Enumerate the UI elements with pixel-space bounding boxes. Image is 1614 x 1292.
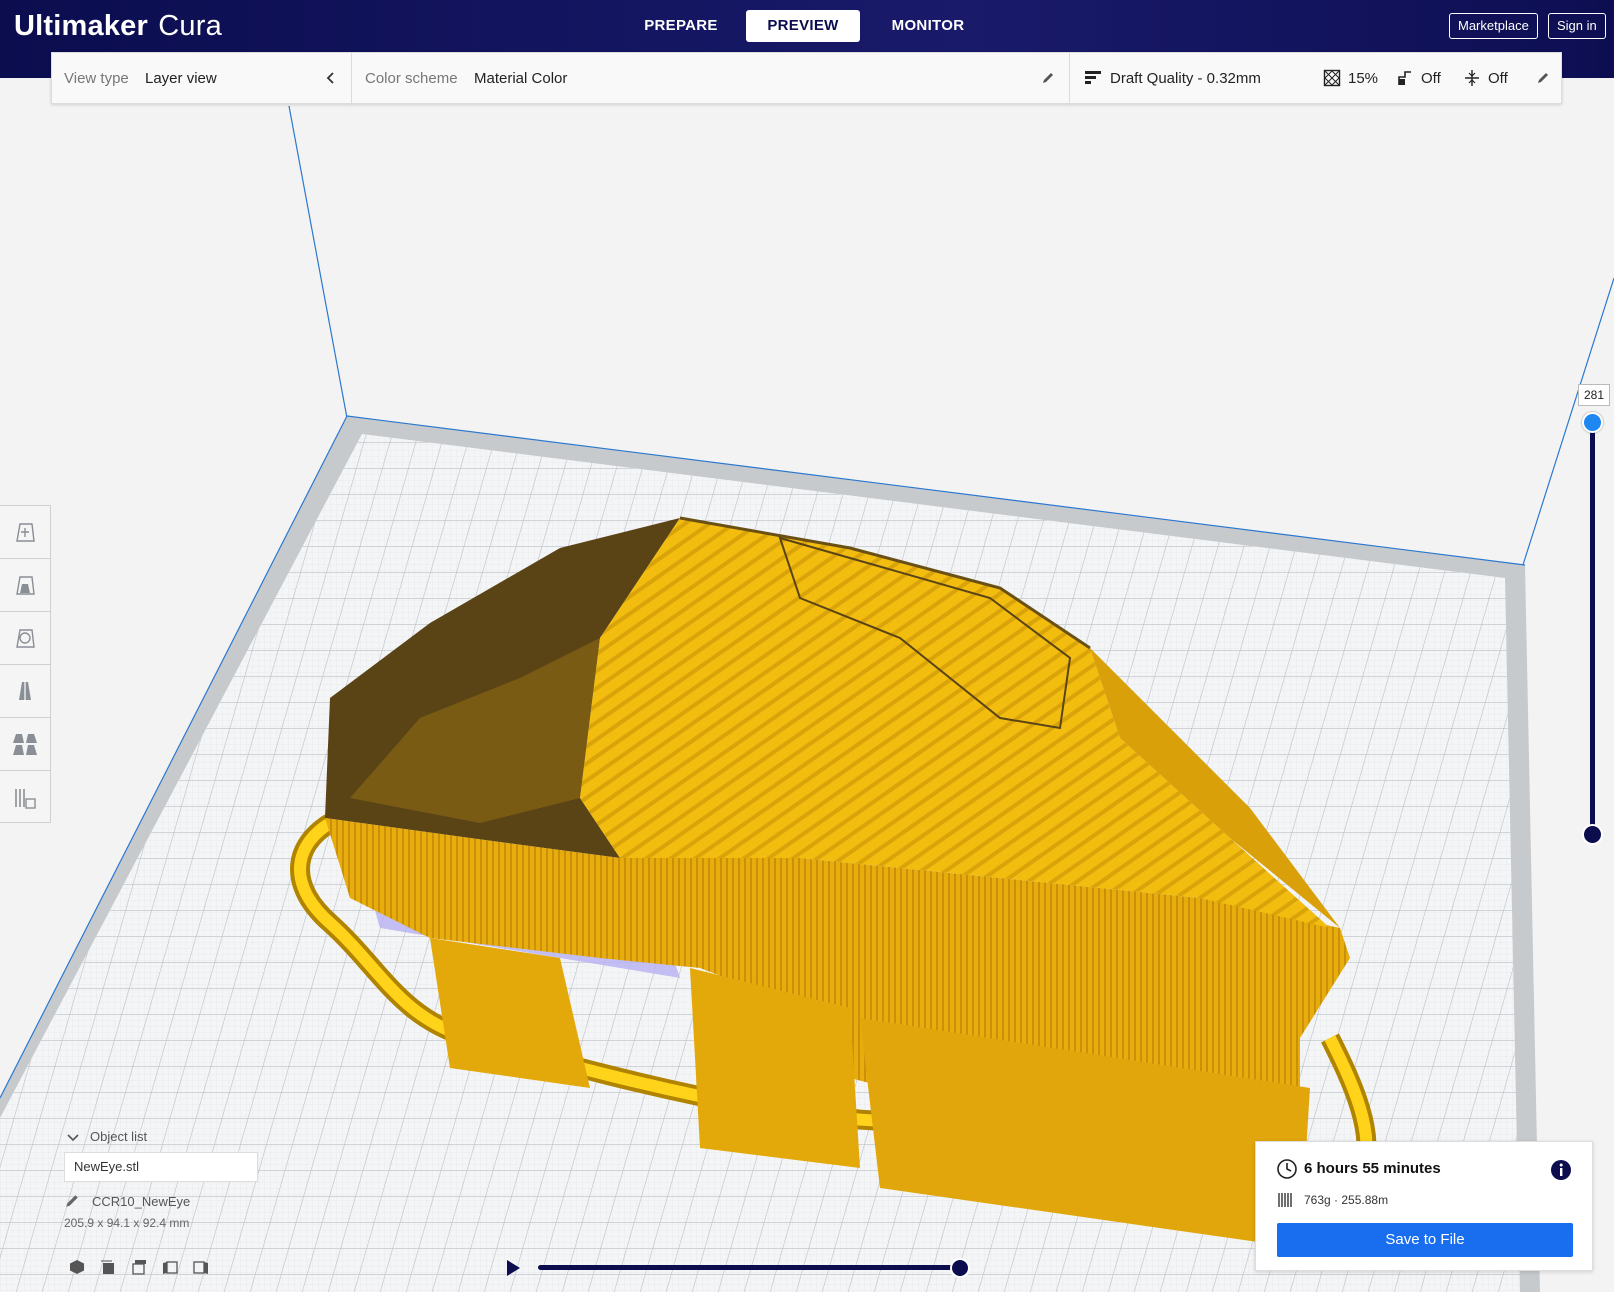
pencil-icon (66, 1195, 78, 1207)
support-icon (1396, 69, 1414, 92)
material-usage: 763g · 255.88m (1304, 1193, 1389, 1207)
tab-monitor[interactable]: MONITOR (878, 10, 978, 42)
info-button[interactable] (1550, 1159, 1572, 1181)
print-time: 6 hours 55 minutes (1304, 1160, 1441, 1177)
pencil-icon[interactable] (1041, 71, 1055, 90)
layer-slider-bottom-handle[interactable] (1582, 824, 1603, 845)
adhesion-icon (1463, 69, 1481, 92)
scale-tool-button[interactable] (0, 559, 50, 612)
move-tool-button[interactable] (0, 506, 50, 559)
adhesion-value[interactable]: Off (1488, 53, 1508, 105)
3d-viewport[interactable] (0, 78, 1614, 1292)
infill-icon (1323, 69, 1341, 92)
print-information-panel: 6 hours 55 minutes 763g · 255.88m Save t… (1255, 1141, 1593, 1271)
tab-prepare[interactable]: PREPARE (631, 10, 731, 42)
object-list-panel: Object list NewEye.stl CCR10_NewEye 205.… (60, 1126, 300, 1230)
left-view-icon (163, 1261, 178, 1274)
save-to-file-button[interactable]: Save to File (1277, 1223, 1573, 1257)
support-value[interactable]: Off (1421, 53, 1441, 105)
view-type-label: View type (64, 70, 129, 87)
camera-view-buttons (66, 1256, 226, 1278)
chevron-down-icon (67, 1133, 79, 1141)
3d-view-icon (70, 1260, 84, 1274)
object-list-item[interactable]: NewEye.stl (64, 1152, 258, 1182)
logo-brand: Ultimaker (14, 10, 148, 42)
path-slider-handle[interactable] (950, 1258, 970, 1278)
top-view-button[interactable] (128, 1256, 150, 1278)
rotate-icon (16, 629, 35, 648)
right-view-icon (193, 1261, 208, 1274)
machine-name[interactable]: CCR10_NewEye (60, 1192, 300, 1212)
right-view-button[interactable] (190, 1256, 212, 1278)
color-scheme-label: Color scheme (365, 70, 458, 87)
rotate-tool-button[interactable] (0, 612, 50, 665)
3d-view-button[interactable] (66, 1256, 88, 1278)
marketplace-button[interactable]: Marketplace (1449, 13, 1538, 39)
view-settings-bar: View type Layer view Color scheme Materi… (51, 52, 1562, 105)
sign-in-button[interactable]: Sign in (1548, 13, 1606, 39)
material-spool-icon (1278, 1193, 1292, 1207)
tool-panel (0, 505, 51, 823)
machine-name-label: CCR10_NewEye (92, 1194, 191, 1209)
layer-slider-top-handle[interactable] (1582, 412, 1603, 433)
divider (1069, 53, 1070, 105)
pencil-icon[interactable] (1536, 71, 1550, 90)
clock-icon (1277, 1159, 1297, 1179)
front-view-icon (101, 1260, 114, 1274)
move-icon (16, 523, 35, 542)
top-view-icon (132, 1260, 146, 1275)
divider (351, 53, 352, 105)
object-dimensions: 205.9 x 94.1 x 92.4 mm (64, 1216, 190, 1230)
info-icon (1551, 1160, 1571, 1180)
scale-icon (16, 576, 35, 595)
support-blocker-icon (15, 788, 36, 809)
tab-preview[interactable]: PREVIEW (746, 10, 860, 42)
play-simulation-button[interactable] (503, 1258, 523, 1278)
object-list-toggle[interactable]: Object list (60, 1126, 300, 1148)
left-view-button[interactable] (159, 1256, 181, 1278)
quality-icon (1084, 69, 1102, 92)
front-view-button[interactable] (97, 1256, 119, 1278)
print-quality-value[interactable]: Draft Quality - 0.32mm (1110, 53, 1261, 105)
object-list-header: Object list (90, 1129, 148, 1144)
chevron-left-icon[interactable] (325, 71, 337, 90)
support-blocker-button[interactable] (0, 771, 50, 824)
color-scheme-dropdown[interactable]: Material Color (474, 53, 567, 105)
mirror-tool-button[interactable] (0, 665, 50, 718)
infill-value[interactable]: 15% (1348, 53, 1378, 105)
mirror-icon (19, 680, 31, 702)
app-logo: Ultimaker Cura (14, 8, 222, 44)
build-plate-scene (0, 105, 1614, 1292)
play-icon (507, 1260, 520, 1276)
layer-slider-track[interactable] (1590, 420, 1595, 836)
per-model-settings-button[interactable] (0, 718, 50, 771)
path-slider-track[interactable] (538, 1265, 958, 1270)
logo-product: Cura (158, 10, 222, 42)
layer-number-input[interactable]: 281 (1578, 384, 1610, 406)
per-model-settings-icon (13, 734, 37, 755)
view-type-dropdown[interactable]: Layer view (145, 53, 217, 105)
